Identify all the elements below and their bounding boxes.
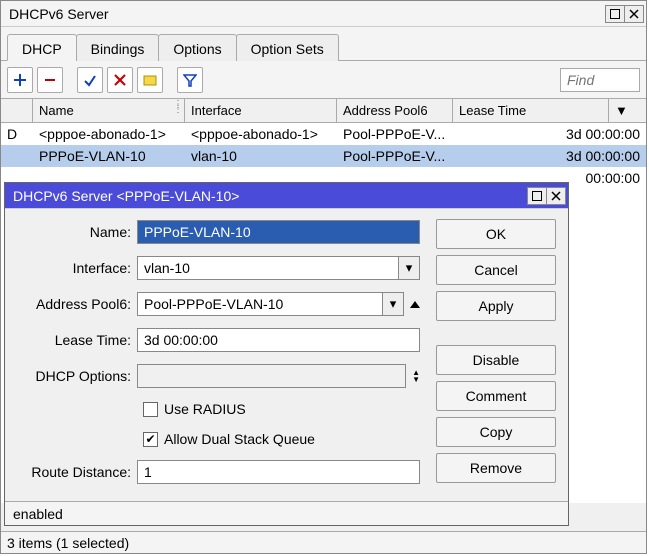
column-address-pool[interactable]: Address Pool6 [337, 99, 453, 122]
find-input[interactable] [560, 68, 640, 92]
tab-dhcp[interactable]: DHCP [7, 34, 77, 61]
chevron-down-icon: ▼ [412, 377, 420, 383]
dialog-window-controls [528, 187, 566, 205]
column-interface[interactable]: Interface [185, 99, 337, 122]
check-icon [83, 73, 97, 87]
lease-label: Lease Time: [17, 332, 137, 348]
dialog-body: Name: Interface: ▾ Address Pool6: ▾ Leas… [5, 209, 568, 501]
ok-button[interactable]: OK [436, 219, 556, 249]
cancel-button[interactable]: Cancel [436, 255, 556, 285]
enable-button[interactable] [77, 67, 103, 93]
lease-field[interactable] [137, 328, 420, 352]
column-menu-button[interactable]: ▼ [609, 99, 631, 122]
main-title: DHCPv6 Server [9, 6, 109, 22]
tab-bindings[interactable]: Bindings [76, 34, 160, 61]
plus-icon [13, 73, 27, 87]
cell-flag: D [1, 126, 33, 142]
dialog-close-button[interactable] [546, 187, 566, 205]
grid-header: Name⋮⋮ Interface Address Pool6 Lease Tim… [1, 99, 646, 123]
note-icon [143, 73, 157, 87]
dialog-statusbar: enabled [5, 501, 568, 525]
column-lease-time[interactable]: Lease Time [453, 99, 609, 122]
disable-button[interactable] [107, 67, 133, 93]
tab-strip: DHCP Bindings Options Option Sets [1, 27, 646, 61]
use-radius-checkbox[interactable] [143, 402, 158, 417]
table-row[interactable]: D <pppoe-abonado-1> <pppoe-abonado-1> Po… [1, 123, 646, 145]
dual-stack-checkbox[interactable] [143, 432, 158, 447]
cell-name: <pppoe-abonado-1> [33, 126, 185, 142]
apply-button[interactable]: Apply [436, 291, 556, 321]
pool-field[interactable] [137, 292, 383, 316]
main-window-controls [606, 5, 644, 23]
comment-button[interactable] [137, 67, 163, 93]
dual-stack-label: Allow Dual Stack Queue [164, 431, 315, 447]
properties-dialog: DHCPv6 Server <PPPoE-VLAN-10> Name: Inte… [4, 182, 569, 526]
cell-pool: Pool-PPPoE-V... [337, 126, 453, 142]
interface-dropdown[interactable]: ▾ [398, 256, 420, 280]
form-column: Name: Interface: ▾ Address Pool6: ▾ Leas… [17, 219, 420, 495]
interface-field[interactable] [137, 256, 399, 280]
add-button[interactable] [7, 67, 33, 93]
route-distance-field[interactable] [137, 460, 420, 484]
restore-button[interactable] [605, 5, 625, 23]
button-column: OK Cancel Apply Disable Comment Copy Rem… [436, 219, 556, 495]
cell-interface: <pppoe-abonado-1> [185, 126, 337, 142]
pool-collapse-icon[interactable] [410, 301, 420, 308]
chevron-down-icon: ▾ [390, 296, 397, 312]
x-icon [113, 73, 127, 87]
dhcp-options-field[interactable] [137, 364, 406, 388]
copy-button[interactable]: Copy [436, 417, 556, 447]
main-titlebar: DHCPv6 Server [1, 1, 646, 27]
close-button[interactable] [624, 5, 644, 23]
cell-pool: Pool-PPPoE-V... [337, 148, 453, 164]
cell-lease: 3d 00:00:00 [453, 148, 646, 164]
dhcp-options-updown[interactable]: ▲ ▼ [412, 370, 420, 383]
dhcp-options-label: DHCP Options: [17, 368, 137, 384]
tab-options[interactable]: Options [158, 34, 236, 61]
dialog-titlebar[interactable]: DHCPv6 Server <PPPoE-VLAN-10> [5, 183, 568, 209]
remove-button[interactable] [37, 67, 63, 93]
funnel-icon [183, 73, 197, 87]
use-radius-label: Use RADIUS [164, 401, 246, 417]
interface-label: Interface: [17, 260, 137, 276]
pool-dropdown[interactable]: ▾ [382, 292, 404, 316]
cell-lease: 3d 00:00:00 [453, 126, 646, 142]
dialog-title: DHCPv6 Server <PPPoE-VLAN-10> [13, 188, 239, 204]
disable-button[interactable]: Disable [436, 345, 556, 375]
cell-name: PPPoE-VLAN-10 [33, 148, 185, 164]
chevron-down-icon: ▾ [406, 260, 413, 276]
table-row[interactable]: PPPoE-VLAN-10 vlan-10 Pool-PPPoE-V... 3d… [1, 145, 646, 167]
name-field[interactable] [137, 220, 420, 244]
column-flag[interactable] [1, 99, 33, 122]
minus-icon [43, 73, 57, 87]
tab-option-sets[interactable]: Option Sets [236, 34, 339, 61]
pool-label: Address Pool6: [17, 296, 137, 312]
toolbar [1, 61, 646, 99]
filter-button[interactable] [177, 67, 203, 93]
comment-button[interactable]: Comment [436, 381, 556, 411]
route-distance-label: Route Distance: [17, 464, 137, 480]
remove-button[interactable]: Remove [436, 453, 556, 483]
main-statusbar: 3 items (1 selected) [1, 531, 646, 553]
column-name[interactable]: Name⋮⋮ [33, 99, 185, 122]
cell-interface: vlan-10 [185, 148, 337, 164]
dialog-restore-button[interactable] [527, 187, 547, 205]
name-label: Name: [17, 224, 137, 240]
